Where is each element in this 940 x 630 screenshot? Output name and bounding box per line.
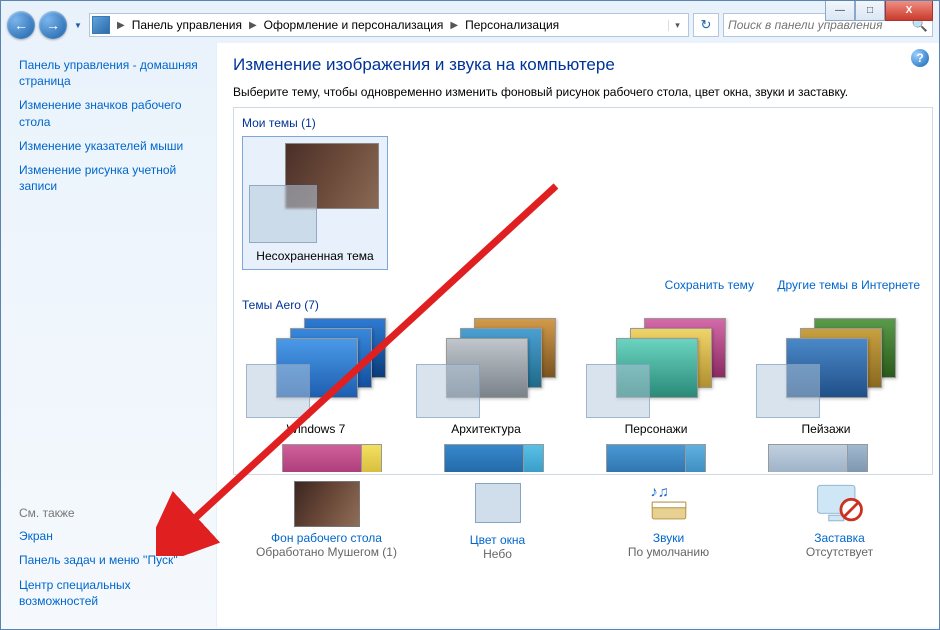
sounds-icon: ♪♫ [636,481,702,527]
main-content: ? Изменение изображения и звука на компь… [216,43,939,627]
back-button[interactable]: ← [7,11,35,39]
theme-label: Персонажи [582,422,730,436]
address-dropdown[interactable]: ▾ [668,20,686,31]
breadcrumb-item[interactable]: Персонализация [461,18,563,32]
forward-button[interactable]: → [39,11,67,39]
option-label: Фон рабочего стола [242,531,412,545]
control-panel-icon [92,16,110,34]
theme-item-architecture[interactable]: Архитектура [412,318,560,436]
my-themes-label: Мои темы (1) [242,116,924,130]
sidebar-link-home[interactable]: Панель управления - домашняя страница [19,57,206,89]
breadcrumb-item[interactable]: Панель управления [128,18,246,32]
theme-item-characters[interactable]: Персонажи [582,318,730,436]
sidebar-link-mouse-pointers[interactable]: Изменение указателей мыши [19,138,206,154]
sidebar-link-account-picture[interactable]: Изменение рисунка учетной записи [19,162,206,194]
option-sublabel: Небо [413,547,583,561]
desktop-bg-icon [294,481,360,527]
window-frame: — □ X ← → ▼ ▶ Панель управления ▶ Оформл… [0,0,940,630]
option-label: Заставка [755,531,925,545]
theme-item-landscapes[interactable]: Пейзажи [752,318,900,436]
sidebar-link-desktop-icons[interactable]: Изменение значков рабочего стола [19,97,206,129]
themes-panel[interactable]: Мои темы (1) Несохраненная тема Сохранит… [233,107,933,475]
personalization-options-row: Фон рабочего стола Обработано Мушегом (1… [233,475,933,561]
save-theme-link[interactable]: Сохранить тему [665,278,754,292]
aero-themes-grid: Windows 7 Архитектура [242,318,924,436]
option-sublabel: По умолчанию [584,545,754,559]
theme-item-windows7[interactable]: Windows 7 [242,318,390,436]
screensaver-icon [807,481,873,527]
arrow-left-icon: ← [14,17,28,33]
window-color-icon [475,483,521,523]
option-sublabel: Отсутствует [755,545,925,559]
arrow-right-icon: → [46,17,60,33]
theme-thumbnail [249,143,379,243]
theme-item-unsaved[interactable]: Несохраненная тема [242,136,388,270]
help-button[interactable]: ? [911,49,929,67]
see-also-display[interactable]: Экран [19,528,206,544]
window-color-option[interactable]: Цвет окна Небо [413,481,583,561]
see-also-taskbar[interactable]: Панель задач и меню ''Пуск'' [19,552,206,568]
address-bar[interactable]: ▶ Панель управления ▶ Оформление и персо… [89,13,689,37]
chevron-right-icon: ▶ [447,20,461,31]
chevron-right-icon: ▶ [114,20,128,31]
refresh-icon: ↻ [701,17,712,33]
window-controls: — □ X [825,1,933,21]
page-title: Изменение изображения и звука на компьют… [233,55,933,75]
page-subtitle: Выберите тему, чтобы одновременно измени… [233,85,933,99]
option-label: Звуки [584,531,754,545]
chevron-right-icon: ▶ [246,20,260,31]
sounds-option[interactable]: ♪♫ Звуки По умолчанию [584,481,754,561]
breadcrumb-item[interactable]: Оформление и персонализация [260,18,448,32]
toolbar: ← → ▼ ▶ Панель управления ▶ Оформление и… [1,7,939,43]
theme-label: Пейзажи [752,422,900,436]
refresh-button[interactable]: ↻ [693,13,719,37]
nav-history-dropdown[interactable]: ▼ [71,11,85,39]
theme-label: Архитектура [412,422,560,436]
minimize-button[interactable]: — [825,1,855,21]
option-label: Цвет окна [413,533,583,547]
more-themes-link[interactable]: Другие темы в Интернете [777,278,920,292]
sidebar: Панель управления - домашняя страница Из… [1,43,216,627]
aero-themes-label: Темы Aero (7) [242,298,924,312]
see-also-header: См. также [19,506,206,520]
see-also-ease-of-access[interactable]: Центр специальных возможностей [19,577,206,609]
maximize-button[interactable]: □ [855,1,885,21]
screensaver-option[interactable]: Заставка Отсутствует [755,481,925,561]
help-icon: ? [916,51,923,65]
theme-label: Несохраненная тема [249,249,381,263]
svg-text:♪♫: ♪♫ [650,484,669,501]
close-button[interactable]: X [885,1,933,21]
option-sublabel: Обработано Мушегом (1) [242,545,412,559]
desktop-background-option[interactable]: Фон рабочего стола Обработано Мушегом (1… [242,481,412,561]
aero-themes-row-partial [242,444,924,472]
theme-label: Windows 7 [242,422,390,436]
